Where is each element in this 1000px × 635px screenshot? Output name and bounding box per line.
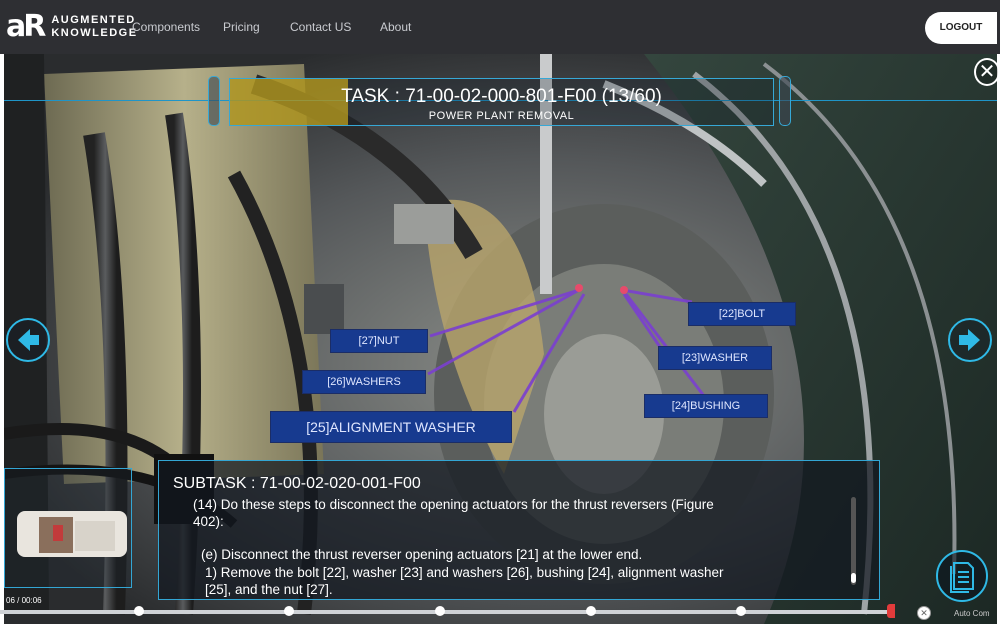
- video-thumbnail-panel[interactable]: [4, 468, 132, 588]
- subtask-panel: SUBTASK : 71-00-02-020-001-F00 (14) Do t…: [158, 460, 880, 600]
- timeline-chapter-marker[interactable]: [435, 606, 445, 616]
- document-button[interactable]: [936, 550, 988, 602]
- timeline-chapter-marker[interactable]: [586, 606, 596, 616]
- nav-link-contact[interactable]: Contact US: [290, 20, 351, 34]
- task-title: TASK : 71-00-02-000-801-F00 (13/60): [341, 86, 662, 107]
- close-button[interactable]: ✕: [974, 58, 1000, 86]
- top-navbar: aR AUGMENTED KNOWLEDGE Components Pricin…: [0, 0, 1000, 54]
- callout-24-bushing[interactable]: [24]BUSHING: [644, 394, 768, 418]
- callout-27-nut[interactable]: [27]NUT: [330, 329, 428, 353]
- subtask-scrollbar[interactable]: [851, 497, 856, 585]
- callout-23-washer[interactable]: [23]WASHER: [658, 346, 772, 370]
- timeline-chapter-marker[interactable]: [284, 606, 294, 616]
- subtask-title: SUBTASK : 71-00-02-020-001-F00: [173, 475, 421, 492]
- task-box: TASK : 71-00-02-000-801-F00 (13/60) POWE…: [229, 78, 774, 126]
- task-subtitle: POWER PLANT REMOVAL: [428, 110, 575, 122]
- subtask-text-line: (e) Disconnect the thrust reverser openi…: [201, 547, 643, 562]
- logo-wordmark: AUGMENTED KNOWLEDGE: [51, 14, 137, 40]
- timeline-chapter-marker[interactable]: [134, 606, 144, 616]
- video-time-label: 06 / 00:06: [6, 596, 42, 605]
- nav-link-about[interactable]: About: [380, 20, 411, 34]
- callout-26-washers[interactable]: [26]WASHERS: [302, 370, 426, 394]
- task-banner-cap-right: [779, 76, 791, 126]
- subtask-scrollbar-thumb[interactable]: [851, 573, 856, 583]
- task-banner: TASK : 71-00-02-000-801-F00 (13/60) POWE…: [4, 76, 997, 132]
- logout-button[interactable]: LOGOUT: [925, 12, 997, 44]
- nav-link-pricing[interactable]: Pricing: [223, 20, 260, 34]
- engine-thumbnail-image: [17, 511, 127, 557]
- subtask-text-line: 1) Remove the bolt [22], washer [23] and…: [205, 565, 724, 580]
- subtask-text-line: [25], and the nut [27].: [205, 582, 333, 597]
- subtask-text-line: 402):: [193, 514, 224, 529]
- timeline-playhead[interactable]: [887, 604, 895, 618]
- callout-25-alignment-washer[interactable]: [25]ALIGNMENT WASHER: [270, 411, 512, 443]
- task-banner-cap-left: [208, 76, 220, 126]
- auto-complete-label: Auto Com: [954, 609, 990, 618]
- subtask-text-line: (14) Do these steps to disconnect the op…: [193, 497, 714, 512]
- logo-line-1: AUGMENTED: [51, 14, 136, 26]
- logo[interactable]: aR AUGMENTED KNOWLEDGE: [6, 12, 138, 42]
- logo-line-2: KNOWLEDGE: [51, 27, 138, 39]
- previous-step-button[interactable]: [6, 318, 50, 362]
- arrow-left-icon: [18, 329, 39, 351]
- document-icon: [950, 562, 974, 593]
- nav-link-components[interactable]: Components: [132, 20, 200, 34]
- timeline-chapter-marker[interactable]: [736, 606, 746, 616]
- auto-complete-toggle[interactable]: ✕: [917, 606, 931, 620]
- logo-mark: aR: [6, 9, 46, 44]
- callout-22-bolt[interactable]: [22]BOLT: [688, 302, 796, 326]
- next-step-button[interactable]: [948, 318, 992, 362]
- arrow-right-icon: [959, 329, 980, 351]
- close-icon: ✕: [978, 59, 996, 83]
